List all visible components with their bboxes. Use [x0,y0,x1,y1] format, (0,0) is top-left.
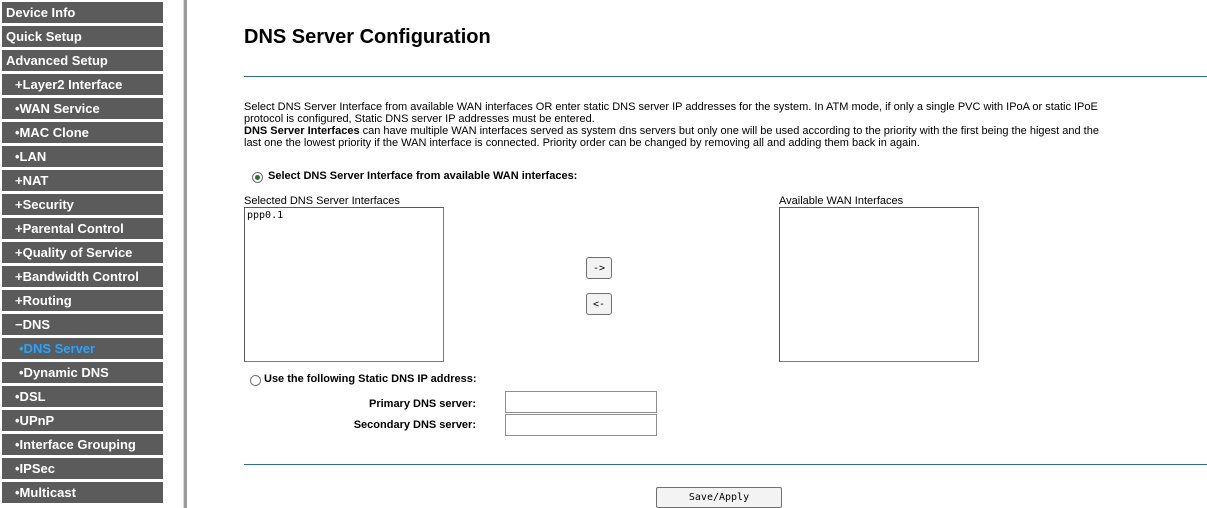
sidebar-item[interactable]: Advanced Setup [2,50,163,71]
sidebar: Device Info Quick Setup Advanced Setup +Lay… [0,0,187,508]
sidebar-item[interactable]: •WAN Service [2,98,163,119]
bottom-divider [244,464,1207,465]
move-left-button[interactable]: <- [586,293,612,315]
primary-dns-label: Primary DNS server: [368,398,476,410]
dns-interfaces-term: DNS Server Interfaces [244,125,360,137]
static-dns-radio[interactable] [250,375,261,386]
save-apply-button[interactable]: Save/Apply [656,487,782,508]
sidebar-item[interactable]: +Quality of Service [2,242,163,263]
sidebar-item[interactable]: +Parental Control [2,218,163,239]
primary-dns-input[interactable] [505,391,657,413]
sidebar-item[interactable]: +NAT [2,170,163,191]
wan-interface-radio[interactable] [252,172,263,183]
description-line-3: DNS Server Interfaces can have multiple … [244,125,1199,137]
description-line-4: last one the lowest priority if the WAN … [244,137,920,149]
description-line-1: Select DNS Server Interface from availab… [244,101,1098,113]
description-line-3-rest: can have multiple WAN interfaces served … [359,125,1099,137]
sidebar-item[interactable]: •MAC Clone [2,122,163,143]
page-title: DNS Server Configuration [244,26,491,48]
top-divider [244,76,1207,77]
secondary-dns-input[interactable] [505,414,657,436]
sidebar-item[interactable]: •IPSec [2,458,163,479]
sidebar-item[interactable]: Quick Setup [2,26,163,47]
sidebar-item[interactable]: •LAN [2,146,163,167]
main-content: DNS Server Configuration Select DNS Serv… [244,0,1207,508]
sidebar-item[interactable]: +Routing [2,290,163,311]
sidebar-divider [183,0,187,508]
sidebar-item[interactable]: •DSL [2,386,163,407]
selected-interfaces-label: Selected DNS Server Interfaces [244,195,400,207]
static-dns-option-label: Use the following Static DNS IP address: [264,373,477,385]
sidebar-item-active[interactable]: •DNS Server [2,338,163,359]
description-line-2: protocol is configured, Static DNS serve… [244,113,595,125]
sidebar-item[interactable]: +Layer2 Interface [2,74,163,95]
available-interfaces-label: Available WAN Interfaces [779,195,904,207]
wan-interface-option-label: Select DNS Server Interface from availab… [268,170,578,182]
secondary-dns-label: Secondary DNS server: [353,419,476,431]
sidebar-item[interactable]: •Interface Grouping [2,434,163,455]
sidebar-item[interactable]: +Bandwidth Control [2,266,163,287]
sidebar-item[interactable]: −DNS [2,314,163,335]
move-right-button[interactable]: -> [586,257,612,279]
sidebar-item[interactable]: •Multicast [2,482,163,503]
sidebar-item[interactable]: •Dynamic DNS [2,362,163,383]
sidebar-item[interactable]: +Security [2,194,163,215]
available-interfaces-listbox[interactable] [779,207,979,362]
sidebar-item[interactable]: •UPnP [2,410,163,431]
selected-interfaces-listbox[interactable]: ppp0.1 [244,207,444,362]
sidebar-item[interactable]: Device Info [2,2,163,23]
list-option[interactable]: ppp0.1 [245,208,443,224]
